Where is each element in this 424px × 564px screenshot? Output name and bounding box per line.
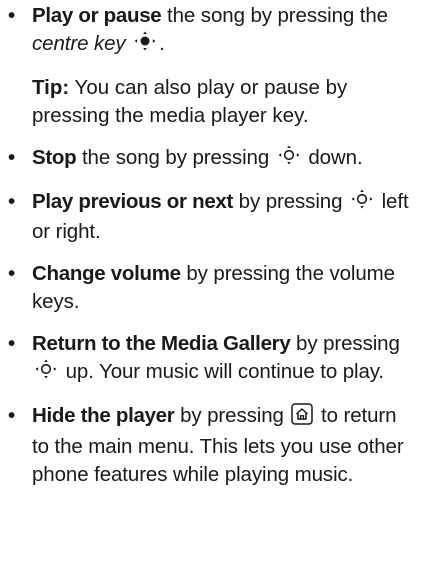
tip-label: Tip: (32, 76, 70, 99)
item-text-end: down. (302, 146, 363, 169)
item-lead: Hide the player (32, 404, 175, 427)
item-text: by pressing (233, 190, 348, 213)
list-item-volume: • Change volume by pressing the volume k… (5, 260, 412, 316)
list-item-play-pause: • Play or pause the song by pressing the… (5, 2, 412, 60)
nav-key-icon (34, 358, 58, 388)
bullet: • (8, 262, 16, 285)
tip-note: Tip: You can also play or pause by press… (5, 74, 412, 130)
list-item-stop: • Stop the song by pressing down. (5, 144, 412, 174)
item-lead: Stop (32, 146, 77, 169)
instruction-list: • Play or pause the song by pressing the… (5, 2, 412, 489)
nav-key-icon (350, 188, 374, 218)
bullet: • (8, 332, 16, 355)
item-text-end: . (159, 32, 165, 55)
item-lead: Change volume (32, 262, 181, 285)
item-italic-term: centre key (32, 32, 126, 55)
manual-page: • Play or pause the song by pressing the… (0, 0, 424, 564)
list-item-return-gallery: • Return to the Media Gallery by pressin… (5, 330, 412, 388)
item-lead: Play previous or next (32, 190, 234, 213)
bullet: • (8, 190, 16, 213)
tip-text: You can also play or pause by pressing t… (32, 76, 348, 127)
nav-key-centre-icon (133, 30, 157, 60)
bullet: • (8, 4, 16, 27)
item-text: by pressing (290, 332, 400, 355)
item-text: by pressing (174, 404, 290, 427)
nav-key-icon (277, 144, 301, 174)
item-lead: Return to the Media Gallery (32, 332, 291, 355)
item-text: the song by pressing (76, 146, 275, 169)
list-item-hide-player: • Hide the player by pressing to return … (5, 402, 412, 489)
bullet: • (8, 404, 16, 427)
item-text: the song by pressing the (161, 4, 388, 27)
item-text-end: up. Your music will continue to play. (60, 360, 385, 383)
home-key-icon (291, 403, 314, 433)
bullet: • (8, 146, 16, 169)
list-item-previous-next: • Play previous or next by pressing left… (5, 188, 412, 246)
item-lead: Play or pause (32, 4, 162, 27)
